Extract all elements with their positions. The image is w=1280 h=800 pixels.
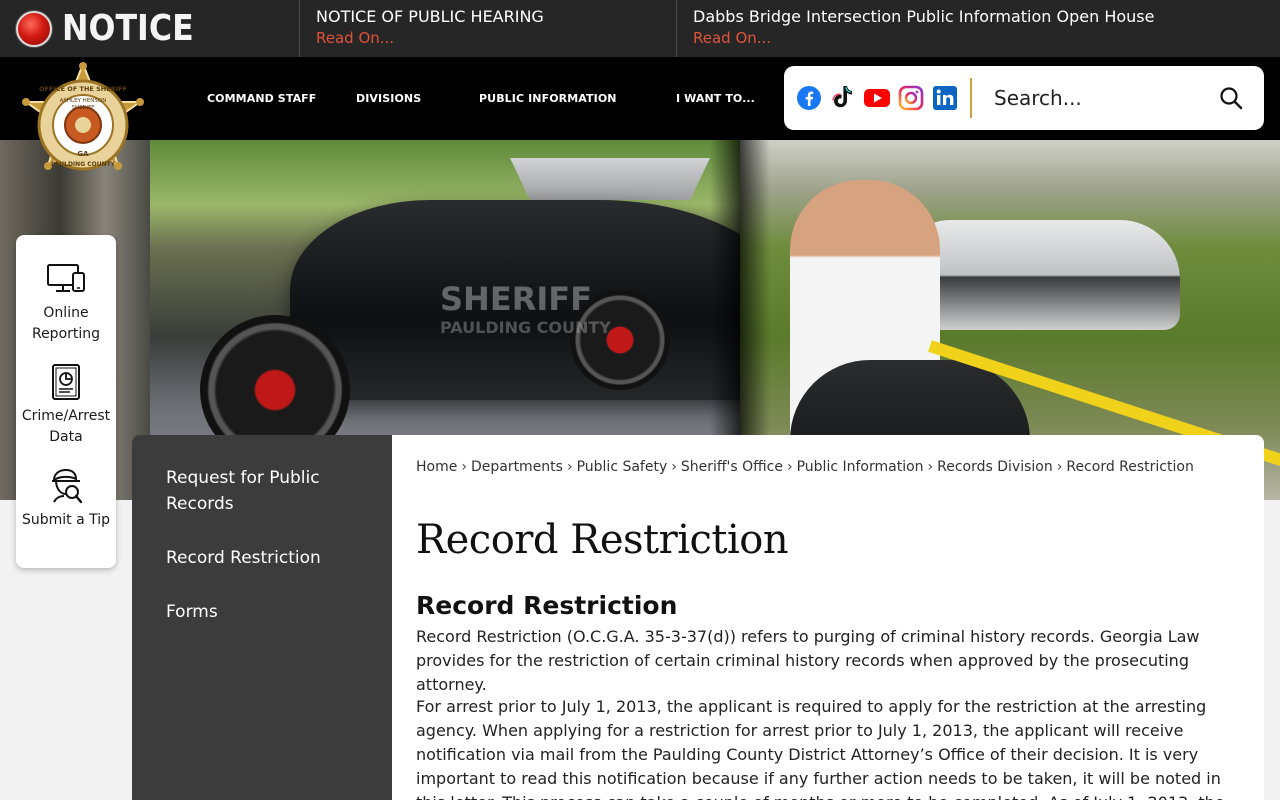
quick-link-online-reporting[interactable]: Online Reporting bbox=[16, 259, 116, 345]
notice-item[interactable]: NOTICE OF PUBLIC HEARING Read On... bbox=[300, 0, 677, 57]
breadcrumb-current: Record Restriction bbox=[1066, 459, 1194, 475]
youtube-icon[interactable] bbox=[862, 83, 892, 113]
breadcrumb-separator: › bbox=[786, 459, 793, 475]
monitor-phone-icon bbox=[46, 259, 86, 299]
breadcrumb-separator: › bbox=[566, 459, 573, 475]
tent-shape bbox=[510, 158, 710, 200]
paragraph: Record Restriction (O.C.G.A. 35-3-37(d))… bbox=[416, 627, 1200, 694]
alert-dot-icon bbox=[16, 10, 52, 47]
section-title: Record Restriction bbox=[416, 591, 678, 620]
facebook-icon[interactable] bbox=[794, 83, 824, 113]
breadcrumb-separator: › bbox=[927, 459, 934, 475]
breadcrumb-separator: › bbox=[461, 459, 467, 475]
breadcrumb-link[interactable]: Records Division bbox=[937, 459, 1053, 475]
sidebar-item-record-restriction[interactable]: Record Restriction bbox=[166, 545, 366, 571]
quick-links-panel: Online Reporting Crime/Arrest Data Submi… bbox=[16, 235, 116, 568]
quick-link-label: Crime/Arrest Data bbox=[21, 408, 111, 445]
nav-i-want-to[interactable]: I WANT TO... bbox=[676, 92, 755, 105]
quick-link-submit-tip[interactable]: Submit a Tip bbox=[16, 466, 116, 531]
main-content: Home › Departments › Public Safety › Sheriff's… bbox=[392, 435, 1264, 800]
notice-label: NOTICE bbox=[62, 8, 194, 49]
nav-public-information[interactable]: PUBLIC INFORMATION bbox=[479, 92, 617, 105]
paragraph: For arrest prior to July 1, 2013, the ap… bbox=[416, 697, 1225, 800]
social-search-box bbox=[784, 66, 1264, 130]
quick-link-crime-arrest-data[interactable]: Crime/Arrest Data bbox=[16, 362, 116, 448]
notice-bar: NOTICE NOTICE OF PUBLIC HEARING Read On.… bbox=[0, 0, 1280, 57]
breadcrumb-link[interactable]: Home bbox=[416, 459, 457, 475]
quick-link-label: Online Reporting bbox=[31, 305, 101, 342]
search-input[interactable] bbox=[994, 86, 1194, 110]
breadcrumb: Home › Departments › Public Safety › Sheriff's… bbox=[416, 459, 1194, 475]
breadcrumb-link[interactable]: Sheriff's Office bbox=[681, 459, 783, 475]
section-sidebar: Request for Public Records Record Restri… bbox=[132, 435, 392, 800]
car-subtext: PAULDING COUNTY bbox=[440, 318, 611, 337]
detective-icon bbox=[46, 466, 86, 506]
breadcrumb-link[interactable]: Departments bbox=[471, 459, 563, 475]
suv-shape bbox=[900, 220, 1180, 330]
notice-title[interactable]: NOTICE OF PUBLIC HEARING bbox=[316, 7, 660, 27]
sidebar-item-forms[interactable]: Forms bbox=[166, 599, 366, 625]
notice-label-block: NOTICE bbox=[0, 0, 300, 57]
divider bbox=[970, 78, 972, 118]
nav-divisions[interactable]: DIVISIONS bbox=[356, 92, 421, 105]
search-icon[interactable] bbox=[1218, 85, 1244, 111]
breadcrumb-separator: › bbox=[671, 459, 677, 475]
tiktok-icon[interactable] bbox=[828, 83, 858, 113]
car-text: SHERIFF bbox=[440, 280, 592, 318]
site-header: COMMAND STAFF DIVISIONS PUBLIC INFORMATI… bbox=[0, 57, 1280, 140]
report-chart-icon bbox=[46, 362, 86, 402]
notice-item[interactable]: Dabbs Bridge Intersection Public Informa… bbox=[677, 0, 1280, 57]
breadcrumb-link[interactable]: Public Information bbox=[797, 459, 924, 475]
logo-text: PAULDING COUNTY bbox=[51, 161, 116, 168]
logo-text: OFFICE OF THE SHERIFF bbox=[39, 85, 127, 93]
read-on-link[interactable]: Read On... bbox=[316, 27, 660, 49]
nav-command-staff[interactable]: COMMAND STAFF bbox=[207, 92, 316, 105]
page-title: Record Restriction bbox=[416, 517, 789, 563]
read-on-link[interactable]: Read On... bbox=[693, 27, 1264, 49]
quick-link-label: Submit a Tip bbox=[21, 512, 111, 528]
breadcrumb-link[interactable]: Public Safety bbox=[577, 459, 668, 475]
linkedin-icon[interactable] bbox=[930, 83, 960, 113]
logo-text: ASHLEY HENSON bbox=[60, 98, 107, 104]
breadcrumb-separator: › bbox=[1056, 459, 1063, 475]
sidebar-item-request-public-records[interactable]: Request for Public Records bbox=[166, 465, 366, 517]
notice-title[interactable]: Dabbs Bridge Intersection Public Informa… bbox=[693, 7, 1264, 27]
logo-text: SHERIFF bbox=[72, 105, 95, 111]
logo-text: GA bbox=[77, 150, 89, 158]
instagram-icon[interactable] bbox=[896, 83, 926, 113]
sheriff-logo[interactable]: OFFICE OF THE SHERIFF ASHLEY HENSON SHER… bbox=[14, 61, 152, 200]
